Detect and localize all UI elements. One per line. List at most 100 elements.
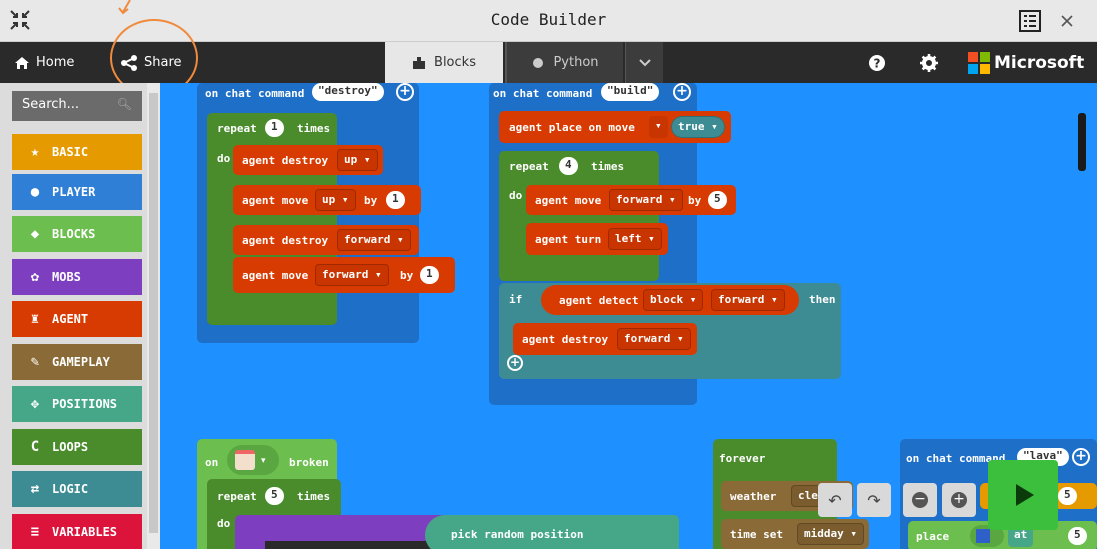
settings-button[interactable]	[920, 42, 944, 83]
shuffle-icon: ⇄	[30, 481, 40, 497]
pick-random-position-block[interactable]: pick random position	[235, 515, 679, 549]
agent-move-block[interactable]: agent move forward ▾ by 5	[526, 185, 736, 215]
home-button[interactable]: Home	[14, 42, 74, 83]
zoom-in-button[interactable]: +	[942, 483, 976, 517]
loop-icon: C	[30, 439, 40, 455]
block-label: agent destroy	[242, 154, 329, 167]
repeat-count-field[interactable]: 1	[265, 119, 284, 137]
cake-block-icon[interactable]: ▾	[227, 445, 279, 475]
tab-blocks-label: Blocks	[434, 55, 476, 70]
direction-dropdown[interactable]: forward ▾	[609, 189, 683, 211]
workspace-scrollbar[interactable]	[1078, 113, 1086, 171]
close-icon[interactable]	[1055, 9, 1079, 33]
scrollbar-thumb[interactable]	[149, 93, 158, 533]
pick-random-position-reporter[interactable]: pick random position	[425, 515, 679, 549]
paw-icon: ✿	[30, 269, 40, 285]
direction-dropdown[interactable]: forward ▾	[617, 328, 691, 350]
block-label: agent turn	[535, 233, 602, 246]
coordinate-field[interactable]: 5	[1058, 487, 1077, 505]
redo-button[interactable]: ↷	[857, 483, 891, 517]
direction-dropdown[interactable]: up ▾	[337, 149, 378, 171]
search-input[interactable]: Search... 🔍︎	[12, 91, 142, 121]
undo-button[interactable]: ↶	[818, 483, 852, 517]
block-label: weather	[730, 490, 777, 503]
agent-destroy-block[interactable]: agent destroy forward ▾	[233, 225, 419, 255]
block-label: agent destroy	[522, 333, 609, 346]
agent-move-block[interactable]: agent move up ▾ by 1	[233, 185, 421, 215]
svg-text:?: ?	[874, 56, 881, 70]
category-basic[interactable]: ★ BASIC	[12, 134, 142, 170]
annotation-arrow-icon	[118, 0, 131, 15]
do-label: do	[217, 152, 231, 165]
boolean-dropdown[interactable]: true ▾	[671, 116, 725, 138]
direction-dropdown[interactable]: forward ▾	[337, 229, 411, 251]
distance-field[interactable]: 5	[708, 191, 727, 209]
agent-icon: ♜	[30, 311, 40, 327]
undo-icon: ↶	[828, 490, 842, 510]
grid-view-icon[interactable]	[1018, 9, 1042, 33]
crosshair-icon: ✥	[30, 396, 40, 412]
category-label: MOBS	[52, 270, 81, 284]
agent-move-block[interactable]: agent move forward ▾ by 1	[233, 257, 455, 293]
tab-blocks[interactable]: Blocks	[385, 42, 503, 83]
block-label: agent move	[242, 269, 309, 282]
category-loops[interactable]: C LOOPS	[12, 429, 142, 465]
block-label: time set	[730, 528, 783, 541]
category-gameplay[interactable]: ✎ GAMEPLAY	[12, 344, 142, 380]
agent-place-on-move-block[interactable]: agent place on move ▾ true ▾	[499, 111, 731, 143]
block-label: agent detect	[559, 294, 639, 307]
repeat-count-field[interactable]: 5	[265, 487, 284, 505]
add-parameter-icon[interactable]: +	[1072, 448, 1090, 466]
place-mode-dropdown[interactable]: ▾	[649, 116, 668, 138]
block-header: on chat command	[205, 87, 305, 100]
toolbox: Search... 🔍︎ ★ BASIC ● PLAYER ◆ BLOCKS ✿ MOB…	[0, 83, 160, 549]
run-button[interactable]	[988, 460, 1058, 530]
block-label: agent destroy	[242, 234, 329, 247]
category-mobs[interactable]: ✿ MOBS	[12, 259, 142, 295]
broken-label: broken	[289, 456, 329, 469]
category-player[interactable]: ● PLAYER	[12, 174, 142, 210]
repeat-label: repeat	[217, 490, 257, 503]
agent-turn-block[interactable]: agent turn left ▾	[526, 223, 668, 255]
tab-python[interactable]: Python	[505, 42, 623, 83]
by-label: by	[688, 194, 702, 207]
zoom-out-button[interactable]: −	[903, 483, 937, 517]
direction-dropdown[interactable]: forward ▾	[711, 289, 785, 311]
microsoft-logo: Microsoft	[968, 42, 1084, 83]
search-icon: 🔍︎	[116, 97, 132, 111]
repeat-block[interactable]: repeat 4 times do	[499, 151, 659, 281]
distance-field[interactable]: 1	[420, 266, 439, 284]
times-label: times	[297, 122, 331, 135]
category-blocks[interactable]: ◆ BLOCKS	[12, 216, 142, 252]
times-label: times	[297, 490, 331, 503]
agent-destroy-block[interactable]: agent destroy forward ▾	[513, 323, 697, 355]
category-label: PLAYER	[52, 185, 96, 199]
agent-destroy-block[interactable]: agent destroy up ▾	[233, 145, 383, 175]
add-else-icon[interactable]: +	[507, 355, 523, 371]
block-label: agent move	[535, 194, 602, 207]
distance-field[interactable]: 1	[386, 191, 405, 209]
then-label: then	[809, 293, 836, 306]
agent-detect-block[interactable]: agent detect block ▾ forward ▾	[541, 285, 799, 315]
toolbox-scrollbar[interactable]	[147, 83, 160, 549]
command-name-field[interactable]: "destroy"	[312, 83, 384, 101]
add-parameter-icon[interactable]: +	[673, 83, 691, 101]
command-name-field[interactable]: "build"	[601, 83, 660, 101]
python-icon	[533, 57, 544, 68]
workspace-controls: ↶ ↷ − +	[813, 475, 981, 535]
detect-type-dropdown[interactable]: block ▾	[643, 289, 704, 311]
category-logic[interactable]: ⇄ LOGIC	[12, 471, 142, 507]
category-variables[interactable]: ≡ VARIABLES	[12, 514, 142, 549]
category-agent[interactable]: ♜ AGENT	[12, 301, 142, 337]
list-icon: ≡	[30, 524, 40, 540]
language-dropdown[interactable]	[625, 42, 663, 83]
coordinate-field[interactable]: 5	[1068, 527, 1087, 545]
help-button[interactable]: ?	[868, 42, 892, 83]
repeat-count-field[interactable]: 4	[559, 157, 578, 175]
add-parameter-icon[interactable]: +	[396, 83, 414, 101]
direction-dropdown[interactable]: forward ▾	[315, 264, 389, 286]
category-label: LOOPS	[52, 440, 89, 454]
category-positions[interactable]: ✥ POSITIONS	[12, 386, 142, 422]
turn-direction-dropdown[interactable]: left ▾	[608, 228, 662, 250]
direction-dropdown[interactable]: up ▾	[315, 189, 356, 211]
